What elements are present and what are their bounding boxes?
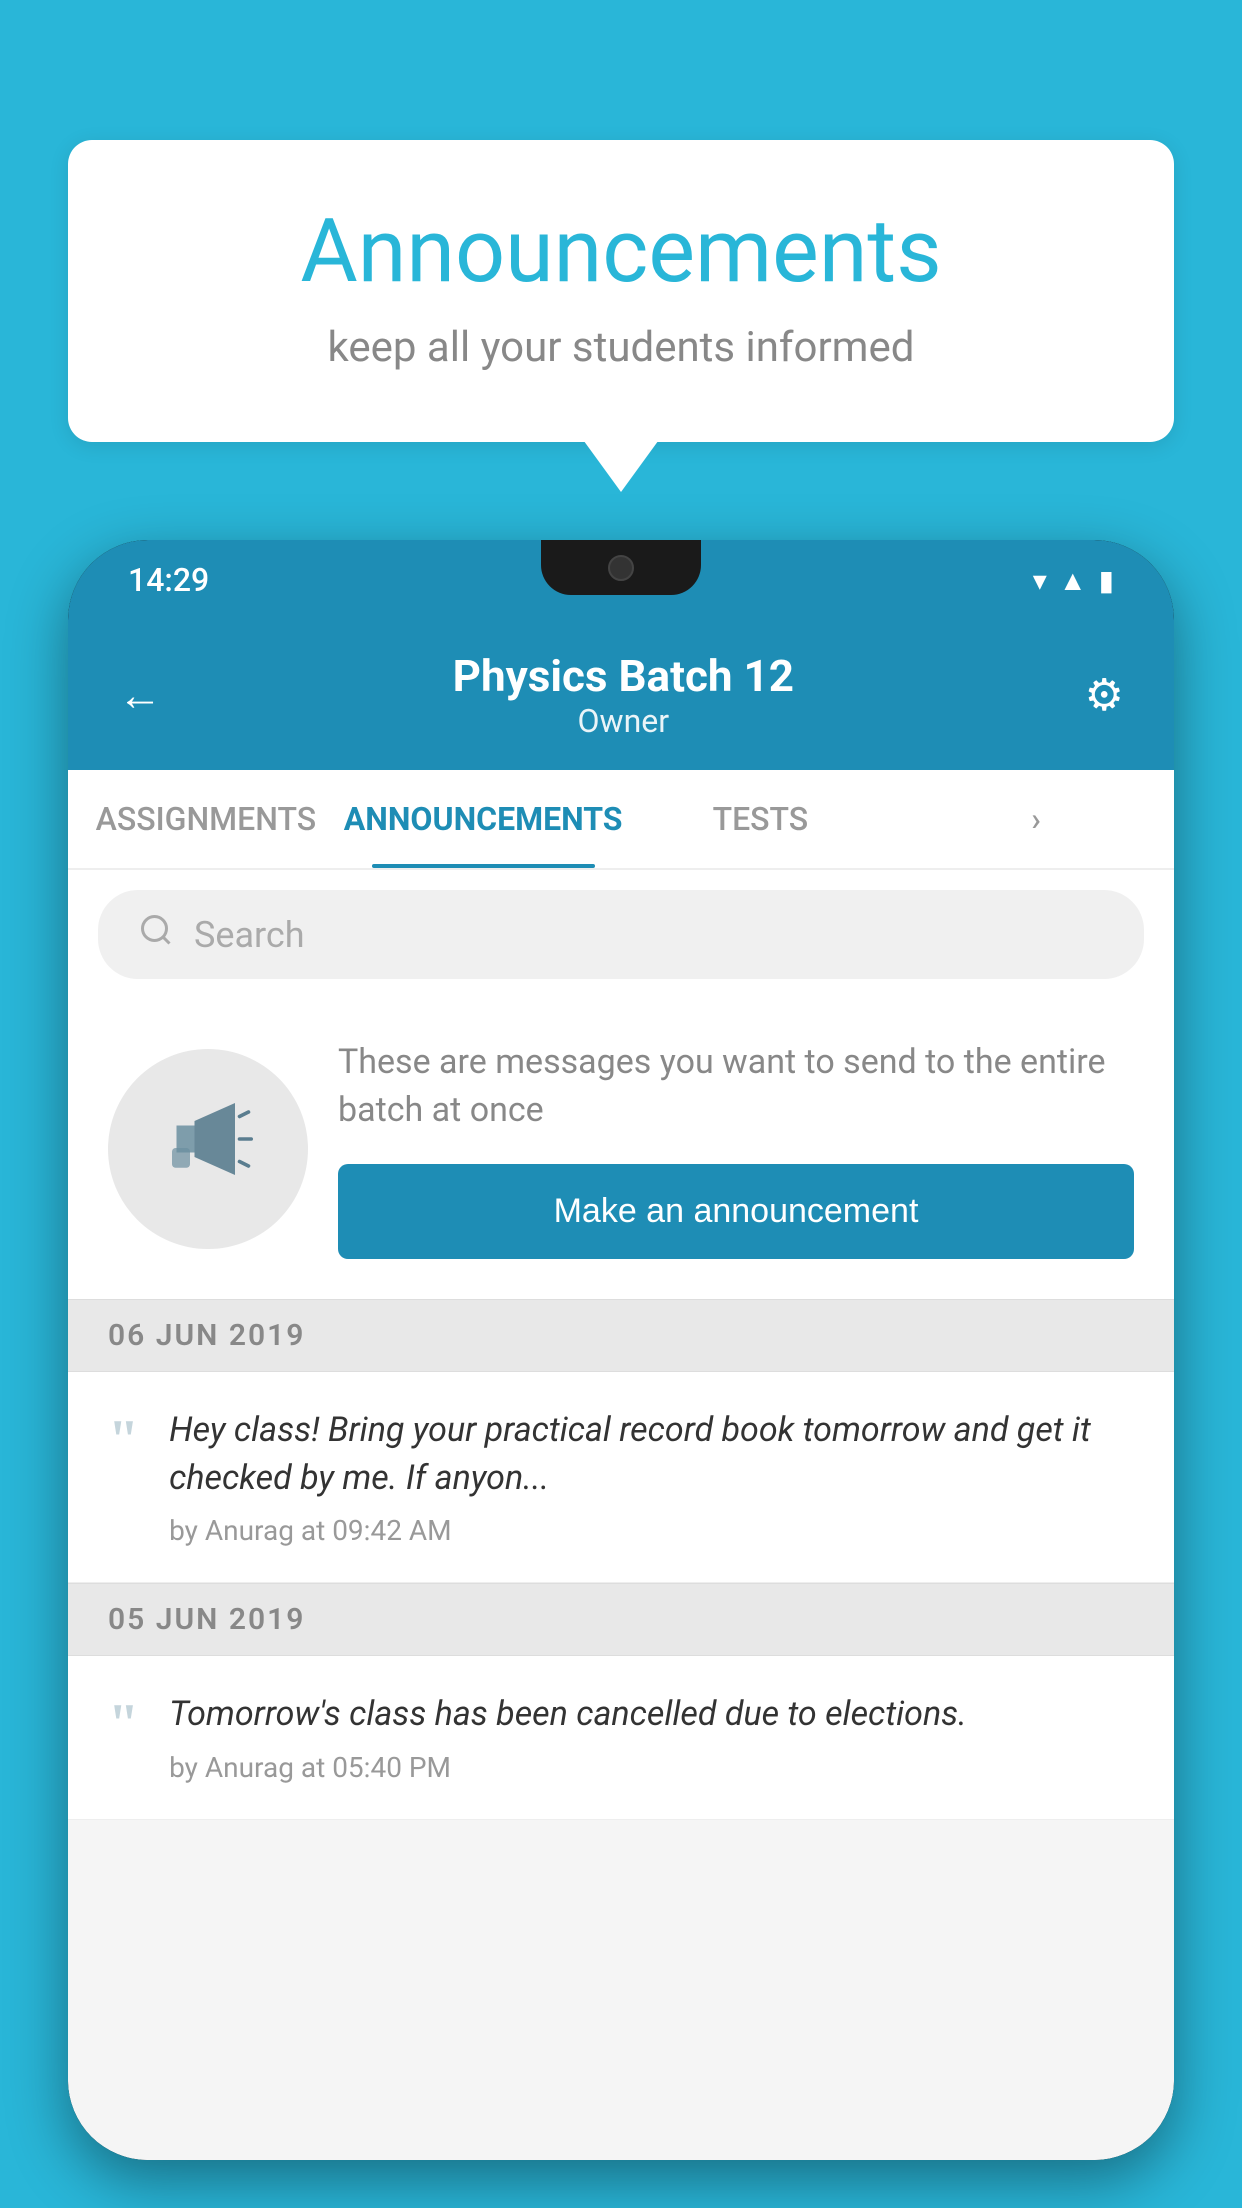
back-button[interactable]: ← [118,669,162,721]
status-bar: 14:29 ▾ ▲ ▮ [68,540,1174,620]
settings-icon[interactable]: ⚙ [1085,669,1124,721]
tab-announcements[interactable]: ANNOUNCEMENTS [344,770,623,868]
phone: 14:29 ▾ ▲ ▮ ← Physics Batch 12 Owner ⚙ [68,540,1174,2160]
tab-assignments[interactable]: ASSIGNMENTS [68,770,344,868]
search-placeholder-text: Search [194,914,305,956]
date-separator-1: 06 JUN 2019 [68,1299,1174,1372]
make-announcement-button[interactable]: Make an announcement [338,1164,1134,1259]
batch-subtitle: Owner [162,702,1085,740]
phone-camera [608,555,634,581]
header-center: Physics Batch 12 Owner [162,650,1085,740]
announcement-meta-2: by Anurag at 05:40 PM [169,1751,1134,1784]
status-time: 14:29 [128,561,209,599]
announcement-meta-1: by Anurag at 09:42 AM [169,1514,1134,1547]
phone-screen: ← Physics Batch 12 Owner ⚙ ASSIGNMENTS A… [68,620,1174,2160]
content-area: Search [68,870,1174,2160]
tabs-bar: ASSIGNMENTS ANNOUNCEMENTS TESTS › [68,770,1174,870]
wifi-icon: ▾ [1033,564,1047,597]
announcement-content-2: Tomorrow's class has been cancelled due … [169,1691,1134,1784]
megaphone-icon [163,1094,253,1204]
quote-icon-2: " [108,1696,139,1752]
signal-icon: ▲ [1059,564,1087,597]
date-label-1: 06 JUN 2019 [108,1318,305,1353]
battery-icon: ▮ [1099,564,1114,597]
batch-title: Physics Batch 12 [162,650,1085,702]
announcement-item-2[interactable]: " Tomorrow's class has been cancelled du… [68,1656,1174,1820]
date-label-2: 05 JUN 2019 [108,1602,305,1637]
promo-description: These are messages you want to send to t… [338,1039,1134,1134]
announcement-item-1[interactable]: " Hey class! Bring your practical record… [68,1372,1174,1583]
quote-icon-1: " [108,1412,139,1468]
app-header: ← Physics Batch 12 Owner ⚙ [68,620,1174,770]
promo-icon-circle [108,1049,308,1249]
speech-bubble-container: Announcements keep all your students inf… [68,140,1174,442]
tab-tests[interactable]: TESTS [623,770,899,868]
announcement-text-1: Hey class! Bring your practical record b… [169,1407,1134,1502]
announcements-subtitle: keep all your students informed [148,323,1094,372]
search-container: Search [68,870,1174,999]
search-box[interactable]: Search [98,890,1144,979]
phone-notch [541,540,701,595]
announcement-text-2: Tomorrow's class has been cancelled due … [169,1691,1134,1739]
promo-right: These are messages you want to send to t… [338,1039,1134,1259]
announcements-title: Announcements [148,200,1094,303]
phone-container: 14:29 ▾ ▲ ▮ ← Physics Batch 12 Owner ⚙ [68,540,1174,2208]
date-separator-2: 05 JUN 2019 [68,1583,1174,1656]
speech-bubble: Announcements keep all your students inf… [68,140,1174,442]
announcement-content-1: Hey class! Bring your practical record b… [169,1407,1134,1547]
search-icon [138,912,174,957]
announcement-promo: These are messages you want to send to t… [68,999,1174,1299]
status-icons: ▾ ▲ ▮ [1033,564,1114,597]
tab-more[interactable]: › [898,770,1174,868]
